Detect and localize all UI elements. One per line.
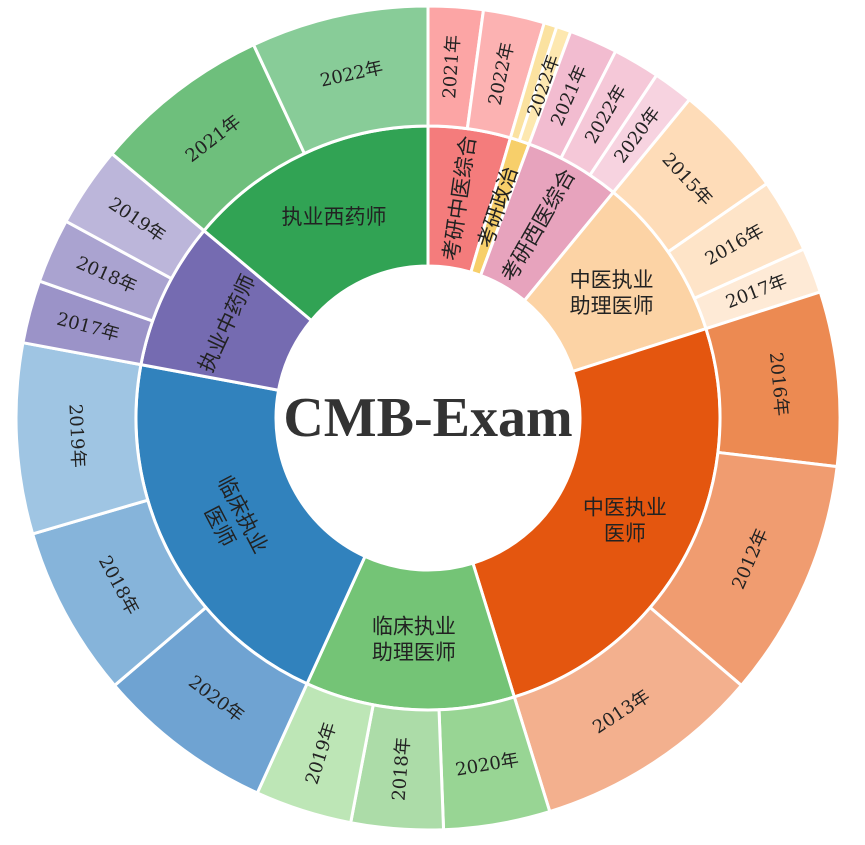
sunburst-svg: 考研中医综合考研政治考研西医综合中医执业助理医师中医执业医师临床执业助理医师临床… (14, 4, 842, 832)
inner-label-8: 执业西药师 (282, 205, 387, 229)
outer-label-18: 2019年 (64, 403, 88, 468)
sunburst-chart: 考研中医综合 考研政治 考研西医综合 中医执业助理医师 中医执业医师 临床执业助理医师 临床… (0, 0, 865, 845)
outer-label-0: 2021年 (439, 34, 464, 99)
center-title: CMB-Exam (283, 387, 572, 449)
